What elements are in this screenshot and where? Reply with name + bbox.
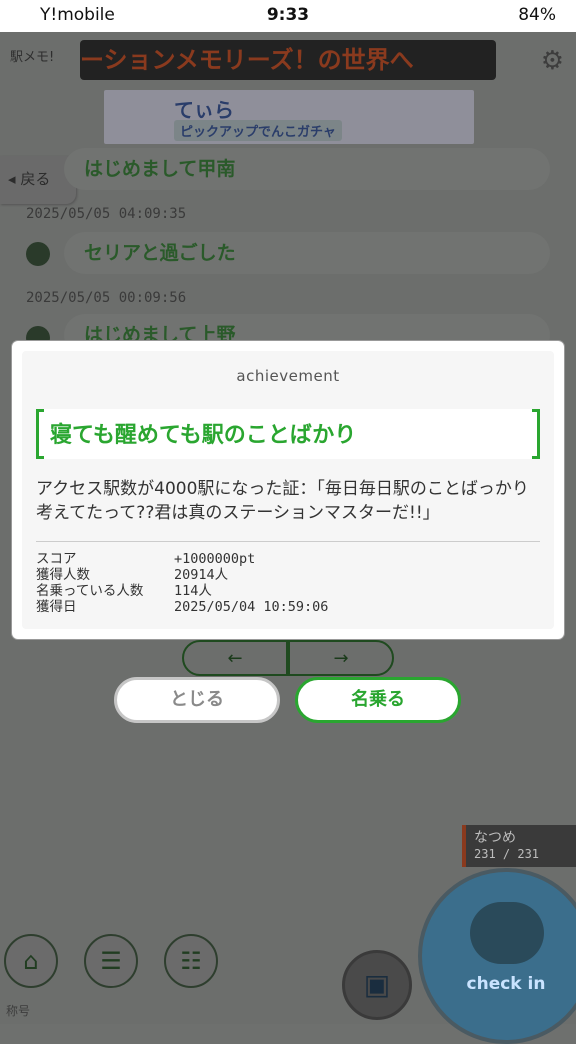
- home-icon[interactable]: ⌂: [4, 934, 58, 988]
- claim-title-button[interactable]: 名乗る: [295, 677, 461, 723]
- station-icon: [26, 242, 50, 266]
- achievement-description: アクセス駅数が4000駅になった証：「毎日毎日駅のことばっかり考えてたって??君…: [36, 479, 529, 523]
- achievement-item[interactable]: セリアと過ごした: [64, 232, 550, 274]
- status-bar: Y!mobile 9:33 84%: [0, 0, 576, 32]
- stat-value: 114人: [174, 583, 212, 599]
- stat-row-using: 名乗っている人数 114人: [36, 583, 328, 599]
- achievement-stats: スコア +1000000pt 獲得人数 20914人 名乗っている人数 114人 獲得…: [36, 551, 328, 615]
- check-in-label: check in: [466, 974, 546, 994]
- player-card[interactable]: なつめ 231 / 231: [462, 825, 576, 867]
- prev-page-button[interactable]: ←: [182, 640, 288, 676]
- dialog-heading: achievement: [236, 367, 340, 385]
- footer-label: 称号: [6, 1004, 31, 1018]
- battery-label: 84%: [518, 5, 556, 25]
- news-marquee: ーションメモリーズ！の世界へ: [80, 40, 496, 80]
- clock: 9:33: [266, 5, 310, 25]
- stat-value: +1000000pt: [174, 551, 256, 567]
- stat-value: 2025/05/04 10:59:06: [174, 599, 329, 615]
- stat-label: スコア: [36, 551, 77, 567]
- stat-label: 獲得人数: [36, 567, 90, 583]
- bracket-left: [36, 409, 44, 459]
- banner-subtitle: ピックアップでんこガチャ: [174, 120, 342, 141]
- mascot-icon: [470, 902, 544, 964]
- bracket-right: [532, 409, 540, 459]
- list-icon[interactable]: ☰: [84, 934, 138, 988]
- item-date: 2025/05/05 04:09:35: [26, 206, 187, 222]
- player-name: なつめ: [474, 830, 516, 846]
- achievement-dialog: achievement 寝ても醒めても駅のことばかり アクセス駅数が4000駅に…: [12, 341, 564, 639]
- item-date: 2025/05/05 00:09:56: [26, 290, 187, 306]
- stat-row-earned: 獲得人数 20914人: [36, 567, 328, 583]
- gear-icon[interactable]: ⚙: [541, 46, 564, 76]
- player-score: 231 / 231: [474, 847, 540, 861]
- banner-title: てぃら: [174, 98, 234, 122]
- stat-row-score: スコア +1000000pt: [36, 551, 328, 567]
- achievement-item[interactable]: はじめまして甲南: [64, 148, 550, 190]
- bag-icon[interactable]: ▣: [342, 950, 412, 1020]
- train-list-icon[interactable]: ☷: [164, 934, 218, 988]
- close-button[interactable]: とじる: [114, 677, 280, 723]
- back-label: 戻る: [20, 170, 51, 188]
- divider: [36, 541, 540, 542]
- gacha-banner[interactable]: てぃら ピックアップでんこガチャ: [104, 90, 474, 144]
- next-page-button[interactable]: →: [288, 640, 394, 676]
- stat-value: 20914人: [174, 567, 229, 583]
- achievement-title: 寝ても醒めても駅のことばかり: [50, 423, 357, 448]
- stat-label: 獲得日: [36, 599, 77, 615]
- app-logo: 駅メモ!: [10, 50, 55, 65]
- stat-label: 名乗っている人数: [36, 583, 144, 599]
- stat-row-date: 獲得日 2025/05/04 10:59:06: [36, 599, 328, 615]
